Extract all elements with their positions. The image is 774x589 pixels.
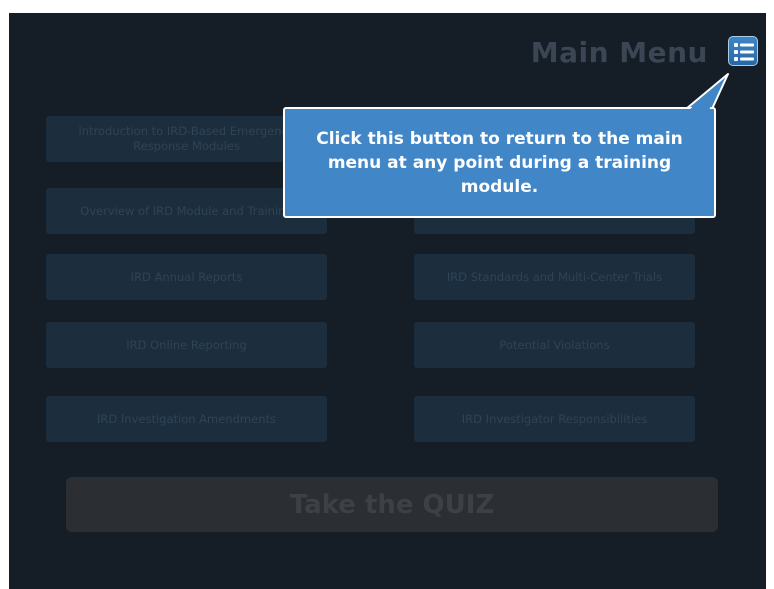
callout-pointer-fill [689, 80, 724, 110]
